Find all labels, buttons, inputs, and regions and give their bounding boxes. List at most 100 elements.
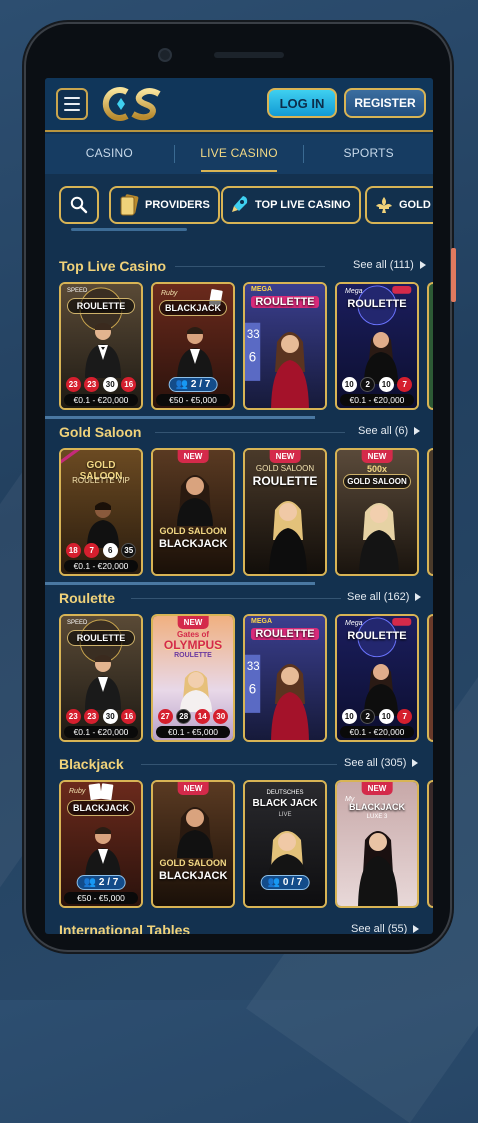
- game-card-partial[interactable]: [427, 448, 433, 576]
- game-card-500x-gold-saloon[interactable]: NEW 500x GOLD SALOON: [335, 448, 419, 576]
- bet-limits: €50 - €5,000: [156, 394, 230, 406]
- card-title: ROULETTE: [347, 630, 407, 642]
- result-number: 7: [397, 709, 413, 724]
- game-card-blackjack[interactable]: Ruby BLACKJACK 👥 2 / 7 €50 - €5,000: [59, 780, 143, 908]
- register-button[interactable]: REGISTER: [344, 88, 426, 118]
- seats-count: 2 / 7: [190, 379, 211, 390]
- recent-numbers: 10 2 10 7: [340, 709, 414, 724]
- game-card-mega-fire-blaze-roulette[interactable]: 33 6 MEGA ROULETTE: [243, 614, 327, 742]
- game-card-gold-saloon-roulette[interactable]: NEW GOLD SALOON ROULETTE: [243, 448, 327, 576]
- row-scrollbar[interactable]: [45, 416, 315, 419]
- login-button[interactable]: LOG IN: [267, 88, 337, 118]
- chip-label: TOP LIVE CASINO: [255, 199, 351, 211]
- game-card-gold-saloon-blackjack[interactable]: NEW GOLD SALOON BLACKJACK: [151, 780, 235, 908]
- chip-gold-saloon[interactable]: GOLD SA: [365, 186, 433, 224]
- result-number: 23: [84, 709, 100, 724]
- game-card-blackjack[interactable]: Ruby BLACKJACK 👥 2 / 7 €50 - €5,000: [151, 282, 235, 410]
- game-card-gates-of-olympus-roulette[interactable]: NEW Gates of OLYMPUS ROULETTE 27 28 14 3…: [151, 614, 235, 742]
- hamburger-icon-line: [64, 103, 80, 105]
- card-title: 500x: [366, 464, 388, 474]
- cards-icon: [120, 194, 139, 216]
- result-number: 18: [65, 543, 81, 558]
- recent-numbers: 27 28 14 30: [156, 709, 230, 724]
- see-all-blackjack[interactable]: See all (305): [344, 757, 419, 769]
- site-logo[interactable]: [99, 84, 165, 124]
- section-title-blackjack: Blackjack: [59, 756, 124, 772]
- menu-button[interactable]: [56, 88, 88, 120]
- chevron-right-icon: [412, 759, 419, 768]
- bet-limits: €0.1 - €20,000: [64, 560, 138, 572]
- users-icon: 👥: [83, 877, 99, 888]
- game-card-gold-saloon-roulette-vip[interactable]: GOLD SALOON ROULETTE VIP 18 7 6 35 €0.1 …: [59, 448, 143, 576]
- card-title: BLACKJACK: [349, 802, 405, 812]
- dealer-image: [359, 503, 399, 574]
- seats-count: 0 / 7: [282, 877, 303, 888]
- new-badge: NEW: [177, 616, 209, 629]
- see-all-international-tables[interactable]: See all (55): [351, 923, 420, 934]
- row-scrollbar[interactable]: [45, 582, 315, 585]
- chip-top-live-casino[interactable]: TOP LIVE CASINO: [221, 186, 361, 224]
- card-subtitle: LIVE: [278, 812, 292, 818]
- category-tabs: CASINO LIVE CASINO SPORTS: [45, 134, 433, 174]
- section-title-gold-saloon: Gold Saloon: [59, 424, 142, 440]
- row-top-live-casino: SPEED ROULETTE 23 23 30 16 €0.1 - €20,00…: [59, 282, 433, 410]
- game-card-mega-roulette[interactable]: Mega ROULETTE 10 2 10 7 €0.1 - €20,000: [335, 614, 419, 742]
- recent-numbers: 23 23 30 16: [64, 377, 138, 392]
- dealer-image: [85, 827, 121, 882]
- tab-casino[interactable]: CASINO: [45, 134, 174, 174]
- card-small-label: Ruby: [69, 788, 86, 795]
- game-card-speed-roulette[interactable]: SPEED ROULETTE 23 23 30 16 €0.1 - €20,00…: [59, 614, 143, 742]
- chevron-right-icon: [413, 925, 420, 934]
- tab-live-casino[interactable]: LIVE CASINO: [175, 134, 304, 174]
- result-number: 2: [360, 377, 376, 392]
- seats-indicator: 👥 2 / 7: [168, 377, 218, 392]
- see-all-label: See all (111): [353, 259, 414, 271]
- hamburger-icon-line: [64, 109, 80, 111]
- recent-numbers: 10 2 10 7: [340, 377, 414, 392]
- search-button[interactable]: [59, 186, 99, 224]
- card-small-label: Ruby: [161, 290, 178, 297]
- game-card-mega-roulette[interactable]: Mega ROULETTE 10 2 10 7 €0.1 - €20,000: [335, 282, 419, 410]
- card-small-label: Mega: [345, 620, 363, 627]
- card-small-label: Mega: [345, 288, 363, 295]
- bet-limits: €50 - €5,000: [64, 892, 138, 904]
- game-card-deutsches-black-jack[interactable]: DEUTSCHES BLACK JACK LIVE 👥 0 / 7: [243, 780, 327, 908]
- card-title: ROULETTE: [67, 630, 135, 646]
- new-badge: NEW: [361, 782, 393, 795]
- dealer-image: [85, 655, 121, 710]
- seats-indicator: 👥 0 / 7: [260, 875, 310, 890]
- result-number: 28: [176, 709, 192, 724]
- card-title: ROULETTE: [347, 298, 407, 310]
- game-card-partial[interactable]: [427, 780, 433, 908]
- game-card-mega-fire-blaze-roulette[interactable]: 33 6 MEGA ROULETTE: [243, 282, 327, 410]
- see-all-roulette[interactable]: See all (162): [347, 591, 422, 603]
- search-icon: [70, 196, 88, 214]
- new-badge: NEW: [361, 450, 393, 463]
- game-card-partial[interactable]: [427, 282, 433, 410]
- game-card-partial[interactable]: [427, 614, 433, 742]
- see-all-top-live-casino[interactable]: See all (111): [353, 259, 426, 271]
- game-card-my-blackjack[interactable]: NEW My BLACKJACK LUXE 3: [335, 780, 419, 908]
- game-card-gold-saloon-blackjack[interactable]: NEW GOLD SALOON BLACKJACK: [151, 448, 235, 576]
- card-subtitle: BLACKJACK: [159, 538, 228, 550]
- chip-providers[interactable]: PROVIDERS: [109, 186, 220, 224]
- game-card-speed-roulette[interactable]: SPEED ROULETTE 23 23 30 16 €0.1 - €20,00…: [59, 282, 143, 410]
- card-subtitle: ROULETTE: [174, 652, 212, 659]
- recent-numbers: 18 7 6 35: [64, 543, 138, 558]
- card-small-label: MEGA: [251, 618, 272, 625]
- tab-sports[interactable]: SPORTS: [304, 134, 433, 174]
- card-title: OLYMPUS: [163, 638, 223, 652]
- result-number: 6: [102, 543, 118, 558]
- see-all-gold-saloon[interactable]: See all (6): [358, 425, 421, 437]
- result-number: 10: [341, 377, 357, 392]
- dealer-image: [271, 664, 309, 740]
- card-subtitle: ROULETTE VIP: [72, 476, 130, 485]
- dealer-image: [364, 664, 398, 716]
- chips-scrollbar[interactable]: [71, 228, 187, 231]
- section-title-international-tables: International Tables: [59, 922, 191, 934]
- result-number: 16: [121, 377, 137, 392]
- result-number: 23: [84, 377, 100, 392]
- fleur-de-lis-icon: [376, 197, 392, 213]
- new-badge: NEW: [177, 782, 209, 795]
- users-icon: 👥: [175, 379, 191, 390]
